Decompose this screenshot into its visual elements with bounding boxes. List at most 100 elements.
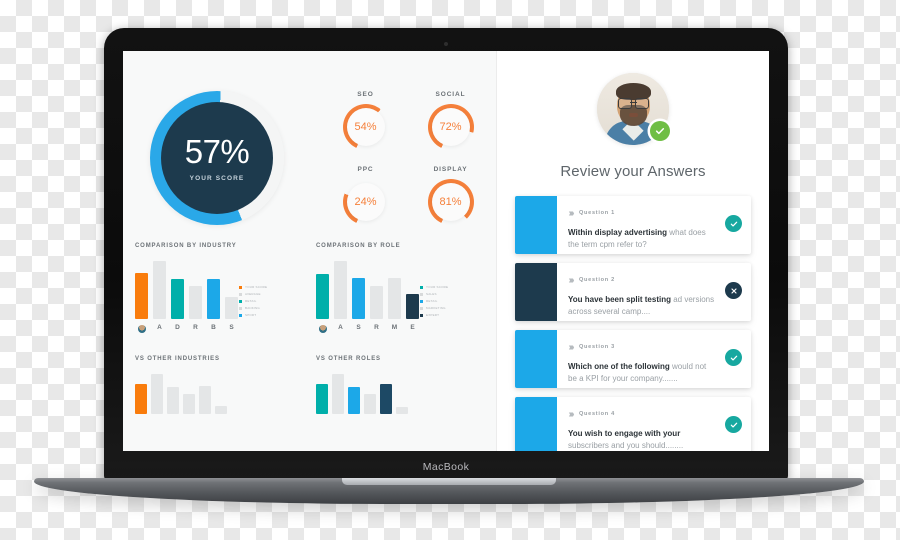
chart-vs-other-roles: VS OTHER ROLES xyxy=(316,356,491,414)
gauge-title: SOCIAL xyxy=(435,91,466,98)
question-meta: Question 1 xyxy=(568,204,743,222)
tag-icon xyxy=(568,271,575,289)
gauge-value: 81% xyxy=(439,196,462,208)
legend-item: RETAIL xyxy=(420,299,448,303)
legend-label: RETAIL xyxy=(426,299,438,303)
dashboard-pane: 57% YOUR SCORE SEO 54% SOCIAL 72% PPC 24% DISP… xyxy=(123,51,497,451)
score-core: 57% YOUR SCORE xyxy=(161,102,273,214)
question-body: Question 4 You wish to engage with your s… xyxy=(557,397,751,451)
gauge-ring: 72% xyxy=(427,104,474,150)
avatar-tick-icon xyxy=(316,324,329,333)
legend-label: YOUR SCORE xyxy=(426,285,449,289)
gauge-title: DISPLAY xyxy=(433,166,468,173)
avatar xyxy=(597,73,670,145)
gauge-social: SOCIAL 72% xyxy=(413,91,488,150)
chart-bars xyxy=(316,261,491,319)
bar xyxy=(370,286,383,319)
axis-label: A xyxy=(157,324,162,331)
chart-title: VS OTHER INDUSTRIES xyxy=(135,356,220,362)
bar xyxy=(364,394,376,414)
question-text-bold: You wish to engage with your xyxy=(568,429,681,438)
check-icon[interactable] xyxy=(725,215,742,232)
score-donut: 57% YOUR SCORE xyxy=(150,91,284,225)
check-icon[interactable] xyxy=(725,349,742,366)
question-card[interactable]: Question 1 Within display advertising wha… xyxy=(515,196,751,254)
question-text: Which one of the following would not be … xyxy=(568,361,743,384)
axis-label: S xyxy=(229,324,234,331)
gauge-title: PPC xyxy=(357,166,374,173)
legend-swatch xyxy=(420,306,423,310)
axis-label: E xyxy=(410,324,415,331)
score-value: 57% xyxy=(184,132,250,170)
legend-label: BANKING xyxy=(245,306,260,310)
chart-axis: ASRME xyxy=(316,324,491,333)
question-number: Question 1 xyxy=(579,210,615,216)
bar xyxy=(406,294,419,319)
legend-label: SALES xyxy=(426,292,437,296)
gauge-ring: 81% xyxy=(427,179,474,225)
screenshot-canvas: 57% YOUR SCORE SEO 54% SOCIAL 72% PPC 24% DISP… xyxy=(0,0,900,540)
legend-swatch xyxy=(420,292,423,296)
legend-swatch xyxy=(239,292,242,296)
legend-swatch xyxy=(420,313,423,317)
question-number: Question 2 xyxy=(579,277,615,283)
gauge-title: SEO xyxy=(357,91,374,98)
legend-label: EXPERT xyxy=(426,313,440,317)
close-icon[interactable] xyxy=(725,282,742,299)
legend-swatch xyxy=(239,306,242,310)
legend-item: YOUR SCORE xyxy=(239,285,267,289)
legend-item: SALES xyxy=(420,292,448,296)
legend-item: RETAIL xyxy=(239,299,267,303)
check-icon xyxy=(650,121,670,141)
question-card[interactable]: Question 4 You wish to engage with your s… xyxy=(515,397,751,451)
question-text: You have been split testing ad versions … xyxy=(568,294,743,317)
page-title: Review your Answers xyxy=(560,163,706,180)
legend-swatch xyxy=(420,299,423,303)
gauge-ring: 24% xyxy=(342,179,389,225)
legend-item: BANKING xyxy=(239,306,267,310)
question-text-bold: Within display advertising xyxy=(568,228,668,237)
bar xyxy=(388,278,401,319)
bar xyxy=(332,374,344,414)
bar xyxy=(316,384,328,414)
tag-icon xyxy=(568,204,575,222)
question-card[interactable]: Question 2 You have been split testing ad… xyxy=(515,263,751,321)
question-meta: Question 3 xyxy=(568,338,743,356)
gauge-ppc: PPC 24% xyxy=(328,166,403,225)
tag-icon xyxy=(568,338,575,356)
question-text: Within display advertising what does the… xyxy=(568,227,743,250)
bar xyxy=(352,278,365,319)
question-card[interactable]: Question 3 Which one of the following wou… xyxy=(515,330,751,388)
bar xyxy=(167,387,179,414)
gauge-ring: 54% xyxy=(342,104,389,150)
bar xyxy=(189,286,202,319)
question-thumbnail xyxy=(515,330,557,388)
bar xyxy=(348,387,360,414)
legend-swatch xyxy=(239,285,242,289)
legend-item: SPORT xyxy=(239,313,267,317)
chart-legend: YOUR SCORE AVERAGE RETAIL BANKING SPORT xyxy=(239,285,267,317)
gauge-display: DISPLAY 81% xyxy=(413,166,488,225)
laptop-base xyxy=(34,478,864,504)
question-meta: Question 4 xyxy=(568,405,743,423)
brand-label: MacBook xyxy=(422,461,470,473)
question-body: Question 2 You have been split testing ad… xyxy=(557,263,751,321)
question-thumbnail xyxy=(515,196,557,254)
gauge-seo: SEO 54% xyxy=(328,91,403,150)
legend-swatch xyxy=(420,285,423,289)
check-icon[interactable] xyxy=(725,416,742,433)
chart-title: COMPARISON BY ROLE xyxy=(316,243,401,249)
tag-icon xyxy=(568,405,575,423)
legend-label: AVERAGE xyxy=(245,292,261,296)
chart-vs-other-industries: VS OTHER INDUSTRIES xyxy=(135,356,310,414)
legend-label: RETAIL xyxy=(245,299,257,303)
chart-bars xyxy=(135,374,310,414)
chart-title: VS OTHER ROLES xyxy=(316,356,381,362)
question-text-bold: Which one of the following xyxy=(568,362,670,371)
chart-bars xyxy=(135,261,310,319)
axis-label: S xyxy=(356,324,361,331)
axis-label: R xyxy=(193,324,198,331)
bar xyxy=(215,406,227,414)
question-text: You wish to engage with your subscribers… xyxy=(568,428,743,451)
legend-swatch xyxy=(239,299,242,303)
